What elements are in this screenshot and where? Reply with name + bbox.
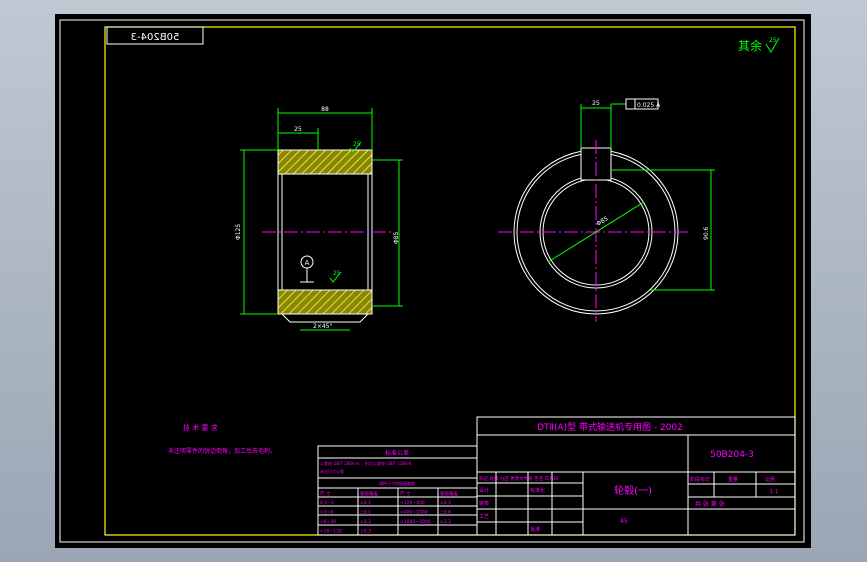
dim-bore: Φ85 [393, 231, 400, 244]
tolerance-header-cell: 尺 寸 [320, 490, 331, 497]
label-design: 设计 [479, 487, 489, 494]
dim-total-length: 88 [321, 106, 329, 113]
label-standard: 标准化 [530, 487, 545, 494]
chamfer-label: 2×45° [313, 323, 332, 330]
tolerance-cell: >3~6 [320, 510, 333, 516]
tolerance-cell: 0.5~3 [320, 500, 334, 506]
series-title: DTⅡ(A)型 带式输送机专用图 - 2002 [537, 421, 683, 433]
section-hatch-top [277, 149, 373, 175]
tolerance-cell: ±0.1 [360, 500, 371, 506]
tolerance-cell: >6~30 [320, 519, 336, 525]
tolerance-cell: ±0.3 [360, 529, 371, 535]
tolerance-cell: >400~1000 [400, 510, 428, 516]
datum-label: A [305, 259, 310, 267]
tolerance-cell: ±0.2 [360, 519, 371, 525]
key-width: 25 [592, 100, 600, 107]
label-weight: 重量 [728, 476, 738, 483]
notes-heading: 技 术 要 求 [183, 423, 218, 432]
keyway-depth: 90.6 [703, 226, 710, 240]
label-stage-mark: 阶段标记 [690, 476, 710, 483]
revision-header: 标记 处数 分区 更改文件号 签名 年月日 [479, 475, 558, 482]
tolerance-header-cell: 极限偏差 [440, 490, 458, 497]
tolerance-header-cell: 尺 寸 [400, 490, 411, 497]
scale-value: 1:1 [770, 489, 778, 495]
roughness-note: 其余 [738, 38, 762, 53]
dim-offset: 25 [294, 126, 302, 133]
mirror-code: 50B204-3 [131, 32, 180, 43]
label-scale: 比例 [765, 476, 775, 483]
tolerance-table-desc2: 未注尺寸公差 [320, 468, 344, 474]
tolerance-cell: >30~120 [320, 529, 342, 535]
tolerance-table-subtitle: 线性尺寸的极限偏差 [379, 480, 415, 486]
tolerance-frame-text: 0.025 A [637, 102, 661, 109]
tolerance-table-title: 标准公差 [385, 449, 409, 457]
dim-outer-diameter: Φ125 [235, 224, 242, 240]
tolerance-cell: ±0.5 [440, 500, 451, 506]
tolerance-cell: ±0.8 [440, 510, 451, 516]
material: 45 [620, 518, 628, 525]
tolerance-cell: ±0.1 [360, 510, 371, 516]
notes-line1: 未注明零件的锐边倒角，加工后去毛刺。 [168, 447, 276, 455]
tolerance-cell: >1000~2000 [400, 519, 431, 525]
label-sheet: 共 张 第 张 [695, 500, 725, 508]
label-process: 工艺 [479, 514, 489, 520]
label-approve: 批准 [530, 526, 540, 533]
part-name: 轮毂(一) [614, 484, 652, 497]
section-hatch-bottom [277, 289, 373, 315]
drawing-number: 50B204-3 [710, 450, 754, 460]
tolerance-cell: ±1.2 [440, 519, 451, 525]
label-check: 审核 [479, 500, 489, 507]
drawing-background [55, 14, 811, 548]
cad-drawing: 50B204-3 其余 25 88 25 25 Φ125 Φ85 A 25 2×… [55, 14, 811, 548]
tolerance-header-cell: 极限偏差 [360, 490, 378, 497]
tolerance-cell: >120~400 [400, 500, 425, 506]
tolerance-table-desc1: 公差按 GB/T 1804-m ，形位公差按 GB/T 1184-K [320, 460, 412, 466]
